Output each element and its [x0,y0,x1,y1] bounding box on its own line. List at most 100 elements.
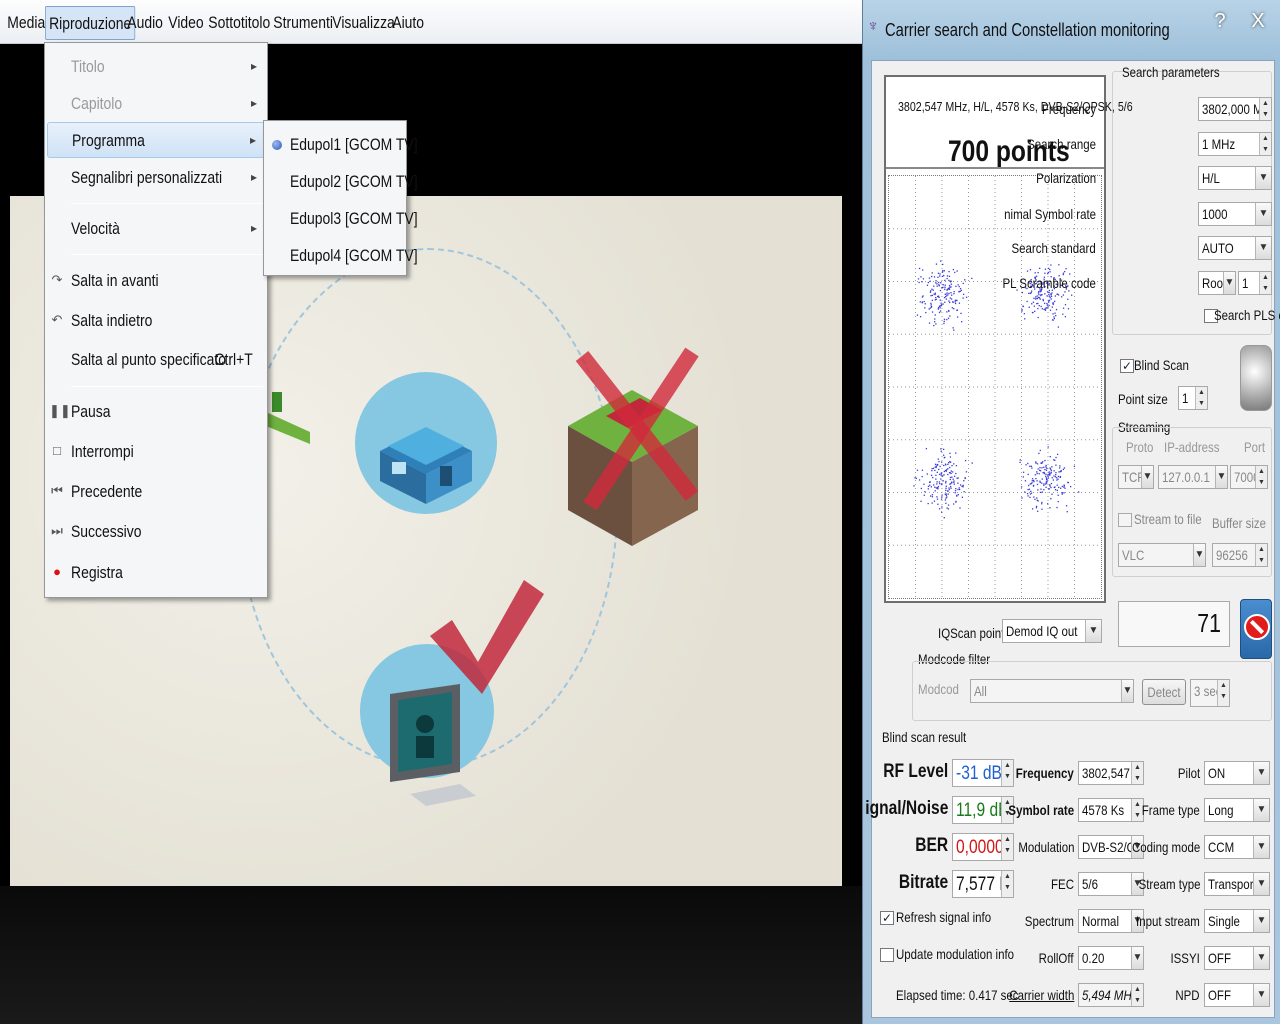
program-item-edupol2[interactable]: Edupol2 [GCOM TV] [266,164,418,200]
issyi-select[interactable]: OFF ▼ [1204,946,1270,970]
polarization-select[interactable]: H/L ▼ [1198,166,1272,190]
constellation-point [1026,300,1028,303]
menu-video[interactable]: Video [165,6,207,40]
menu-item-capitolo[interactable]: Capitolo ▸ [47,86,265,122]
menu-item-segnalibri[interactable]: Segnalibri personalizzati ▸ [47,160,265,196]
detect-time-spinbox[interactable]: 3 sec ▲ ▼ [1190,679,1230,707]
update-modulation-checkbox[interactable] [880,948,894,962]
menu-visualizza[interactable]: Visualizza [329,6,398,40]
npd-select[interactable]: OFF ▼ [1204,983,1270,1007]
spin-arrows-icon[interactable]: ▲ ▼ [1255,544,1267,566]
menu-item-pausa[interactable]: ❚❚ Pausa [47,394,265,430]
constellation-point [943,456,945,459]
spin-arrows-icon[interactable]: ▲ ▼ [1131,984,1143,1006]
menu-item-salta-avanti[interactable]: ↷ Salta in avanti [47,263,265,299]
constellation-point [962,486,964,488]
stream-to-file-checkbox[interactable] [1118,513,1132,527]
menu-audio[interactable]: Audio [124,6,166,40]
search-standard-select[interactable]: AUTO ▼ [1198,236,1272,260]
menu-item-label: Pausa [71,402,111,421]
ip-select[interactable]: 127.0.0.1 ▼ [1158,465,1228,489]
spin-arrows-icon[interactable]: ▲ ▼ [1001,760,1013,786]
spectrum-select[interactable]: Normal ▼ [1078,909,1144,933]
refresh-signal-checkbox[interactable]: ✓ [880,911,894,925]
constellation-point [1036,497,1038,499]
spin-arrows-icon[interactable]: ▲ ▼ [1131,762,1143,784]
program-item-edupol4[interactable]: Edupol4 [GCOM TV] [266,238,418,274]
ber-spinbox[interactable]: 0,00000 ▲ ▼ [952,833,1014,861]
spin-arrows-icon[interactable]: ▲ ▼ [1001,871,1013,897]
stream-type-select[interactable]: Transport ▼ [1204,872,1270,896]
constellation-point [946,507,948,509]
menu-sottotitolo[interactable]: Sottotitolo [205,6,274,40]
pilot-select[interactable]: ON ▼ [1204,761,1270,785]
coding-mode-select[interactable]: CCM ▼ [1204,835,1270,859]
menu-item-velocita[interactable]: Velocità ▸ [47,211,265,247]
constellation-point [1024,318,1026,320]
constellation-point [1045,486,1047,488]
menu-item-salta-punto[interactable]: Salta al punto specificato Ctrl+T [47,342,265,378]
buffer-size-spinbox[interactable]: 96256 ▲ ▼ [1212,543,1268,567]
point-size-spinbox[interactable]: 1 ▲ ▼ [1178,386,1208,410]
menu-item-titolo[interactable]: Titolo ▸ [47,49,265,85]
constellation-point [1064,304,1067,306]
blind-scan-checkbox[interactable]: ✓ [1120,359,1134,373]
pl-scramble-spinbox[interactable]: 1 ▲ ▼ [1238,271,1272,295]
carrier-width-spinbox[interactable]: 5,494 MHz ▲ ▼ [1078,983,1144,1007]
constellation-point [1027,495,1029,497]
constellation-point [946,277,948,280]
menu-item-registra[interactable]: ● Registra [47,555,265,591]
spin-arrows-icon[interactable]: ▲ ▼ [1259,98,1271,120]
menu-item-salta-indietro[interactable]: ↶ Salta indietro [47,303,265,339]
frame-type-select[interactable]: Long ▼ [1204,798,1270,822]
carrier-width-label[interactable]: Carrier width [1009,987,1074,1003]
menu-riproduzione[interactable]: Riproduzione [45,6,136,40]
result-symbol-rate-spinbox[interactable]: 4578 Ks ▲ ▼ [1078,798,1144,822]
program-item-edupol1[interactable]: Edupol1 [GCOM TV] [266,127,418,163]
rolloff-select[interactable]: 0.20 ▼ [1078,946,1144,970]
spin-arrows-icon[interactable]: ▲ ▼ [1255,466,1267,488]
menu-item-programma[interactable]: Programma ▸ [47,122,265,158]
spin-arrows-icon[interactable]: ▲ ▼ [1259,133,1271,155]
constellation-point [1064,316,1067,318]
close-button[interactable]: X [1241,4,1275,38]
help-button[interactable]: ? [1203,4,1237,38]
iqscan-label: IQScan point [938,625,1005,641]
spin-arrows-icon[interactable]: ▲ ▼ [1001,834,1013,860]
constellation-point [1046,302,1048,305]
result-frequency-spinbox[interactable]: 3802,547 M ▲ ▼ [1078,761,1144,785]
snr-spinbox[interactable]: 11,9 dB ▲ ▼ [952,796,1014,824]
search-range-spinbox[interactable]: 1 MHz ▲ ▼ [1198,132,1272,156]
rf-level-spinbox[interactable]: -31 dBm ▲ ▼ [952,759,1014,787]
constellation-point [930,304,932,306]
frequency-spinbox[interactable]: 3802,000 MHz ▲ ▼ [1198,97,1272,121]
constellation-point [932,484,935,486]
menu-media[interactable]: Media [4,6,49,40]
bitrate-spinbox[interactable]: 7,577 Mb▲▼ [952,870,1014,898]
constellation-point [927,281,930,284]
menu-item-precedente[interactable]: ⏮ Precedente [47,474,265,510]
dialog-title-bar[interactable]: ♆ Carrier search and Constellation monit… [863,0,1280,58]
menu-aiuto[interactable]: Aiuto [389,6,427,40]
menu-strumenti[interactable]: Strumenti [270,6,336,40]
spin-arrows-icon[interactable]: ▲ ▼ [1217,680,1229,706]
spin-arrows-icon[interactable]: ▲ ▼ [1195,387,1207,409]
stop-button[interactable] [1240,599,1272,659]
modcode-select[interactable]: All ▼ [970,679,1134,703]
proto-select[interactable]: TCP ▼ [1118,465,1154,489]
constellation-point [942,286,944,289]
constellation-point [951,476,953,478]
spin-arrows-icon[interactable]: ▲ ▼ [1259,272,1271,294]
menu-item-interrompi[interactable]: □ Interrompi [47,434,265,470]
input-stream-select[interactable]: Single ▼ [1204,909,1270,933]
min-symbol-rate-select[interactable]: 1000 ▼ [1198,202,1272,226]
menu-item-successivo[interactable]: ⏭ Successivo [47,514,265,550]
detect-button[interactable]: Detect [1142,679,1186,705]
port-spinbox[interactable]: 7000 ▲ ▼ [1230,465,1268,489]
fec-select[interactable]: 5/6 ▼ [1078,872,1144,896]
pl-scramble-select[interactable]: Root ▼ [1198,271,1236,295]
vlc-select[interactable]: VLC ▼ [1118,543,1206,567]
iqscan-select[interactable]: Demod IQ out ▼ [1002,619,1102,643]
program-item-edupol3[interactable]: Edupol3 [GCOM TV] [266,201,418,237]
fec-label: FEC [1051,876,1074,892]
